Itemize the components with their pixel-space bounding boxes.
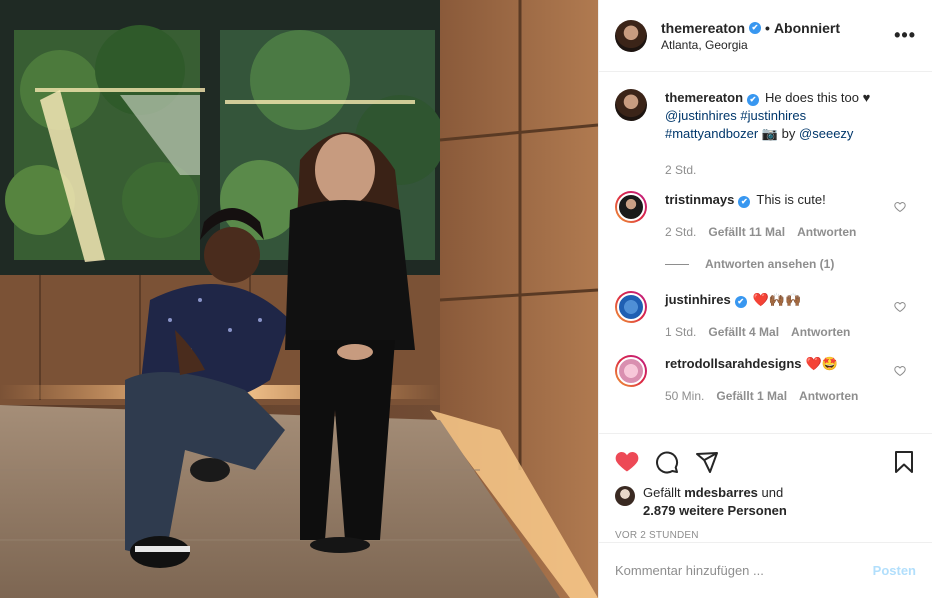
comment-time[interactable]: 50 Min. (665, 387, 704, 405)
verified-badge-icon: ✔ (747, 94, 760, 106)
caption-tag[interactable]: @justinhires (665, 108, 737, 123)
share-icon[interactable] (695, 450, 719, 474)
caption: themereaton ✔ He does this too ♥ @justinhi… (615, 89, 916, 179)
likes-count[interactable]: 2.879 weitere Personen (643, 503, 787, 518)
comment-username[interactable]: justinhires (665, 292, 731, 307)
photo-illustration (0, 0, 598, 598)
reply-button[interactable]: Antworten (791, 323, 850, 341)
likes-prefix: Gefällt (643, 485, 681, 500)
comment-username[interactable]: tristinmays (665, 192, 734, 207)
comment-like-heart-icon[interactable] (894, 201, 906, 213)
comment-like-heart-icon[interactable] (894, 365, 906, 377)
verified-badge-icon: ✔ (749, 21, 762, 34)
replies-divider (665, 263, 689, 265)
reply-button[interactable]: Antworten (799, 387, 858, 405)
comment-text: This is cute! (756, 192, 826, 207)
follow-status-button[interactable]: Abonniert (774, 20, 840, 36)
post-header: themereaton ✔ • Abonniert Atlanta, Georg… (599, 0, 932, 72)
caption-tag[interactable]: #justinhires (740, 108, 806, 123)
author-meta: themereaton ✔ • Abonniert Atlanta, Georg… (661, 20, 894, 52)
comment-like-heart-icon[interactable] (894, 301, 906, 313)
comment-likes-count[interactable]: Gefällt 4 Mal (708, 323, 779, 341)
post-modal: themereaton ✔ • Abonniert Atlanta, Georg… (0, 0, 932, 598)
post-location[interactable]: Atlanta, Georgia (661, 38, 894, 52)
comment-avatar[interactable] (615, 291, 647, 323)
caption-credit[interactable]: @seeezy (799, 126, 853, 141)
comment-avatar[interactable] (615, 191, 647, 223)
caption-time[interactable]: 2 Std. (665, 161, 696, 179)
add-comment-bar: Posten (599, 542, 932, 598)
caption-avatar[interactable] (615, 89, 647, 121)
separator-dot: • (765, 19, 770, 36)
author-avatar[interactable] (615, 19, 647, 52)
comment-text: ❤️🙌🏾🙌🏾 (752, 292, 802, 307)
comment-avatar[interactable] (615, 355, 647, 387)
verified-badge-icon: ✔ (738, 196, 751, 208)
post-timestamp[interactable]: VOR 2 STUNDEN (615, 530, 916, 541)
comment-username[interactable]: retrodollsarahdesigns (665, 356, 802, 371)
post-comment-button[interactable]: Posten (873, 563, 916, 578)
comment-text: ❤️🤩 (805, 356, 838, 371)
caption-by: by (781, 126, 796, 141)
comment-time[interactable]: 2 Std. (665, 223, 696, 241)
post-photo[interactable] (0, 0, 598, 598)
likes-mid: und (761, 485, 784, 500)
camera-icon: 📷 (761, 126, 779, 141)
comment-icon[interactable] (655, 450, 679, 474)
caption-text: He does this too ♥ (765, 90, 871, 105)
heart-filled-icon[interactable] (615, 450, 639, 474)
comment-likes-count[interactable]: Gefällt 1 Mal (716, 387, 787, 405)
comments-list[interactable]: themereaton ✔ He does this too ♥ @justinhi… (599, 73, 932, 433)
comment-input[interactable] (615, 563, 873, 578)
verified-badge-icon: ✔ (734, 296, 747, 308)
comment-item: justinhires ✔ ❤️🙌🏾🙌🏾 1 Std. Gefällt 4 Mal … (615, 291, 916, 341)
caption-username[interactable]: themereaton (665, 90, 743, 105)
reply-button[interactable]: Antworten (797, 223, 856, 241)
likes-summary[interactable]: Gefällt mdesbarres und 2.879 weitere Per… (615, 484, 916, 520)
more-options-icon[interactable]: ••• (894, 25, 916, 46)
view-replies-button[interactable]: Antworten ansehen (1) (665, 257, 916, 271)
author-username[interactable]: themereaton (661, 20, 745, 36)
comment-item: tristinmays ✔ This is cute! 2 Std. Gefällt… (615, 191, 916, 241)
view-replies-label: Antworten ansehen (1) (705, 257, 835, 271)
comment-time[interactable]: 1 Std. (665, 323, 696, 341)
post-sidebar: themereaton ✔ • Abonniert Atlanta, Georg… (598, 0, 932, 598)
comment-likes-count[interactable]: Gefällt 11 Mal (708, 223, 785, 241)
post-actions: Gefällt mdesbarres und 2.879 weitere Per… (599, 433, 932, 541)
comment-item: retrodollsarahdesigns ❤️🤩 50 Min. Gefällt… (615, 355, 916, 405)
bookmark-icon[interactable] (892, 450, 916, 474)
caption-tag[interactable]: #mattyandbozer (665, 126, 758, 141)
liker-username[interactable]: mdesbarres (684, 485, 758, 500)
liker-avatar[interactable] (615, 486, 635, 506)
